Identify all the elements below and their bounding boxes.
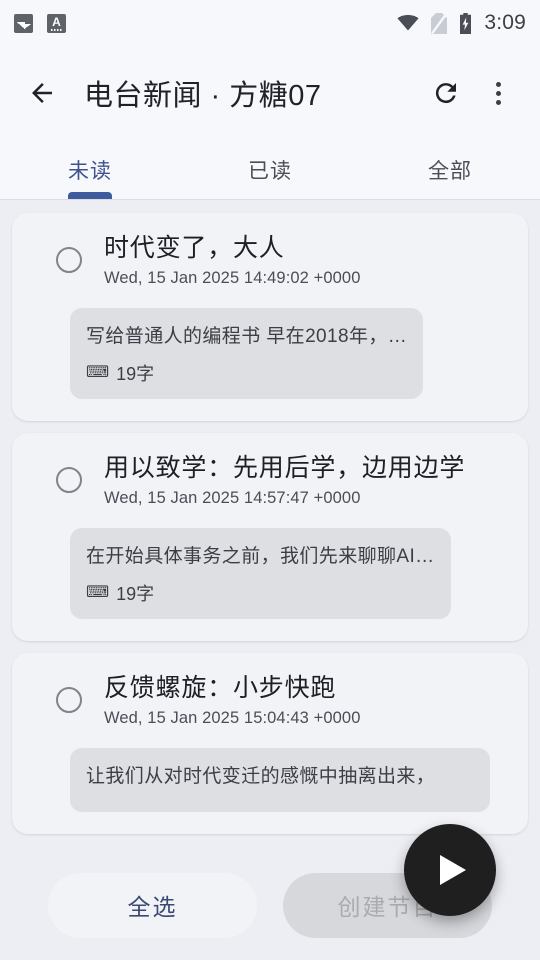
tab-unread[interactable]: 未读 (0, 140, 180, 199)
list-item-date: Wed, 15 Jan 2025 15:04:43 +0000 (104, 708, 361, 727)
snippet-meta: ⌨ 19字 (86, 580, 435, 606)
select-radio[interactable] (56, 686, 82, 713)
list-item-snippet: 在开始具体事务之前，我们先来聊聊AI… ⌨ 19字 (70, 528, 451, 619)
snippet-text: 让我们从对时代变迁的感慨中抽离出来， (86, 765, 436, 787)
list-item-header: 时代变了，大人 Wed, 15 Jan 2025 14:49:02 +0000 (30, 233, 510, 288)
image-icon (14, 13, 33, 33)
play-icon (440, 855, 466, 885)
snippet-meta: ⌨ 19字 (86, 360, 407, 386)
tab-read[interactable]: 已读 (180, 140, 360, 199)
list-item-title: 反馈螺旋：小步快跑 (104, 673, 337, 702)
translate-icon: A (47, 13, 66, 33)
list-item-date: Wed, 15 Jan 2025 14:49:02 +0000 (104, 269, 361, 288)
wifi-icon (397, 15, 419, 31)
list-item[interactable]: 用以致学：先用后学，边用边学 Wed, 15 Jan 2025 14:57:47… (12, 432, 528, 641)
status-bar-indicators: 3:09 (397, 11, 526, 35)
select-radio[interactable] (56, 466, 82, 493)
tab-all[interactable]: 全部 (360, 140, 540, 199)
list-item-snippet: 让我们从对时代变迁的感慨中抽离出来， (70, 747, 490, 813)
list-item-title: 时代变了，大人 (104, 234, 285, 262)
tab-all-label: 全部 (428, 159, 472, 183)
list-item-text: 用以致学：先用后学，边用边学 Wed, 15 Jan 2025 14:57:47… (104, 453, 510, 508)
snippet-text: 在开始具体事务之前，我们先来聊聊AI… (86, 546, 435, 568)
keyboard-icon: ⌨ (86, 363, 110, 381)
refresh-icon (435, 83, 456, 104)
select-all-button[interactable]: 全选 (48, 872, 257, 938)
tab-bar: 未读 已读 全部 (0, 140, 540, 200)
list-item-title: 用以致学：先用后学，边用边学 (104, 453, 466, 482)
tab-read-label: 已读 (248, 159, 292, 183)
app-root: A 3:09 电台新闻 · 方糖07 未读 已读 全部 时代变了，大人 Wed,… (0, 0, 540, 960)
list-item-header: 用以致学：先用后学，边用边学 Wed, 15 Jan 2025 14:57:47… (30, 453, 510, 508)
list-item[interactable]: 反馈螺旋：小步快跑 Wed, 15 Jan 2025 15:04:43 +000… (12, 652, 528, 835)
select-radio[interactable] (56, 247, 82, 273)
app-bar: 电台新闻 · 方糖07 (0, 46, 540, 140)
battery-charging-icon (459, 12, 472, 34)
back-button[interactable] (16, 67, 68, 119)
page-title: 电台新闻 · 方糖07 (84, 80, 322, 112)
arrow-back-icon (32, 83, 52, 103)
no-sim-icon (431, 12, 448, 35)
more-vertical-icon (495, 81, 501, 105)
play-fab-button[interactable] (404, 824, 496, 916)
snippet-text: 写给普通人的编程书 早在2018年，… (86, 326, 408, 348)
list-item-text: 反馈螺旋：小步快跑 Wed, 15 Jan 2025 15:04:43 +000… (104, 673, 510, 728)
keyboard-icon: ⌨ (86, 583, 110, 601)
status-bar-notifications: A (14, 13, 66, 33)
list-item-date: Wed, 15 Jan 2025 14:57:47 +0000 (104, 489, 361, 508)
tab-unread-label: 未读 (68, 159, 112, 183)
status-bar-clock: 3:09 (484, 11, 526, 34)
word-count: 19字 (116, 583, 155, 604)
list-item-text: 时代变了，大人 Wed, 15 Jan 2025 14:49:02 +0000 (104, 233, 510, 288)
overflow-menu-button[interactable] (472, 67, 524, 119)
status-bar: A 3:09 (0, 0, 540, 46)
list-item[interactable]: 时代变了，大人 Wed, 15 Jan 2025 14:49:02 +0000 … (12, 213, 528, 421)
refresh-button[interactable] (420, 67, 472, 119)
list-item-header: 反馈螺旋：小步快跑 Wed, 15 Jan 2025 15:04:43 +000… (30, 673, 510, 728)
list-item-snippet: 写给普通人的编程书 早在2018年，… ⌨ 19字 (70, 308, 424, 399)
word-count: 19字 (116, 363, 155, 384)
